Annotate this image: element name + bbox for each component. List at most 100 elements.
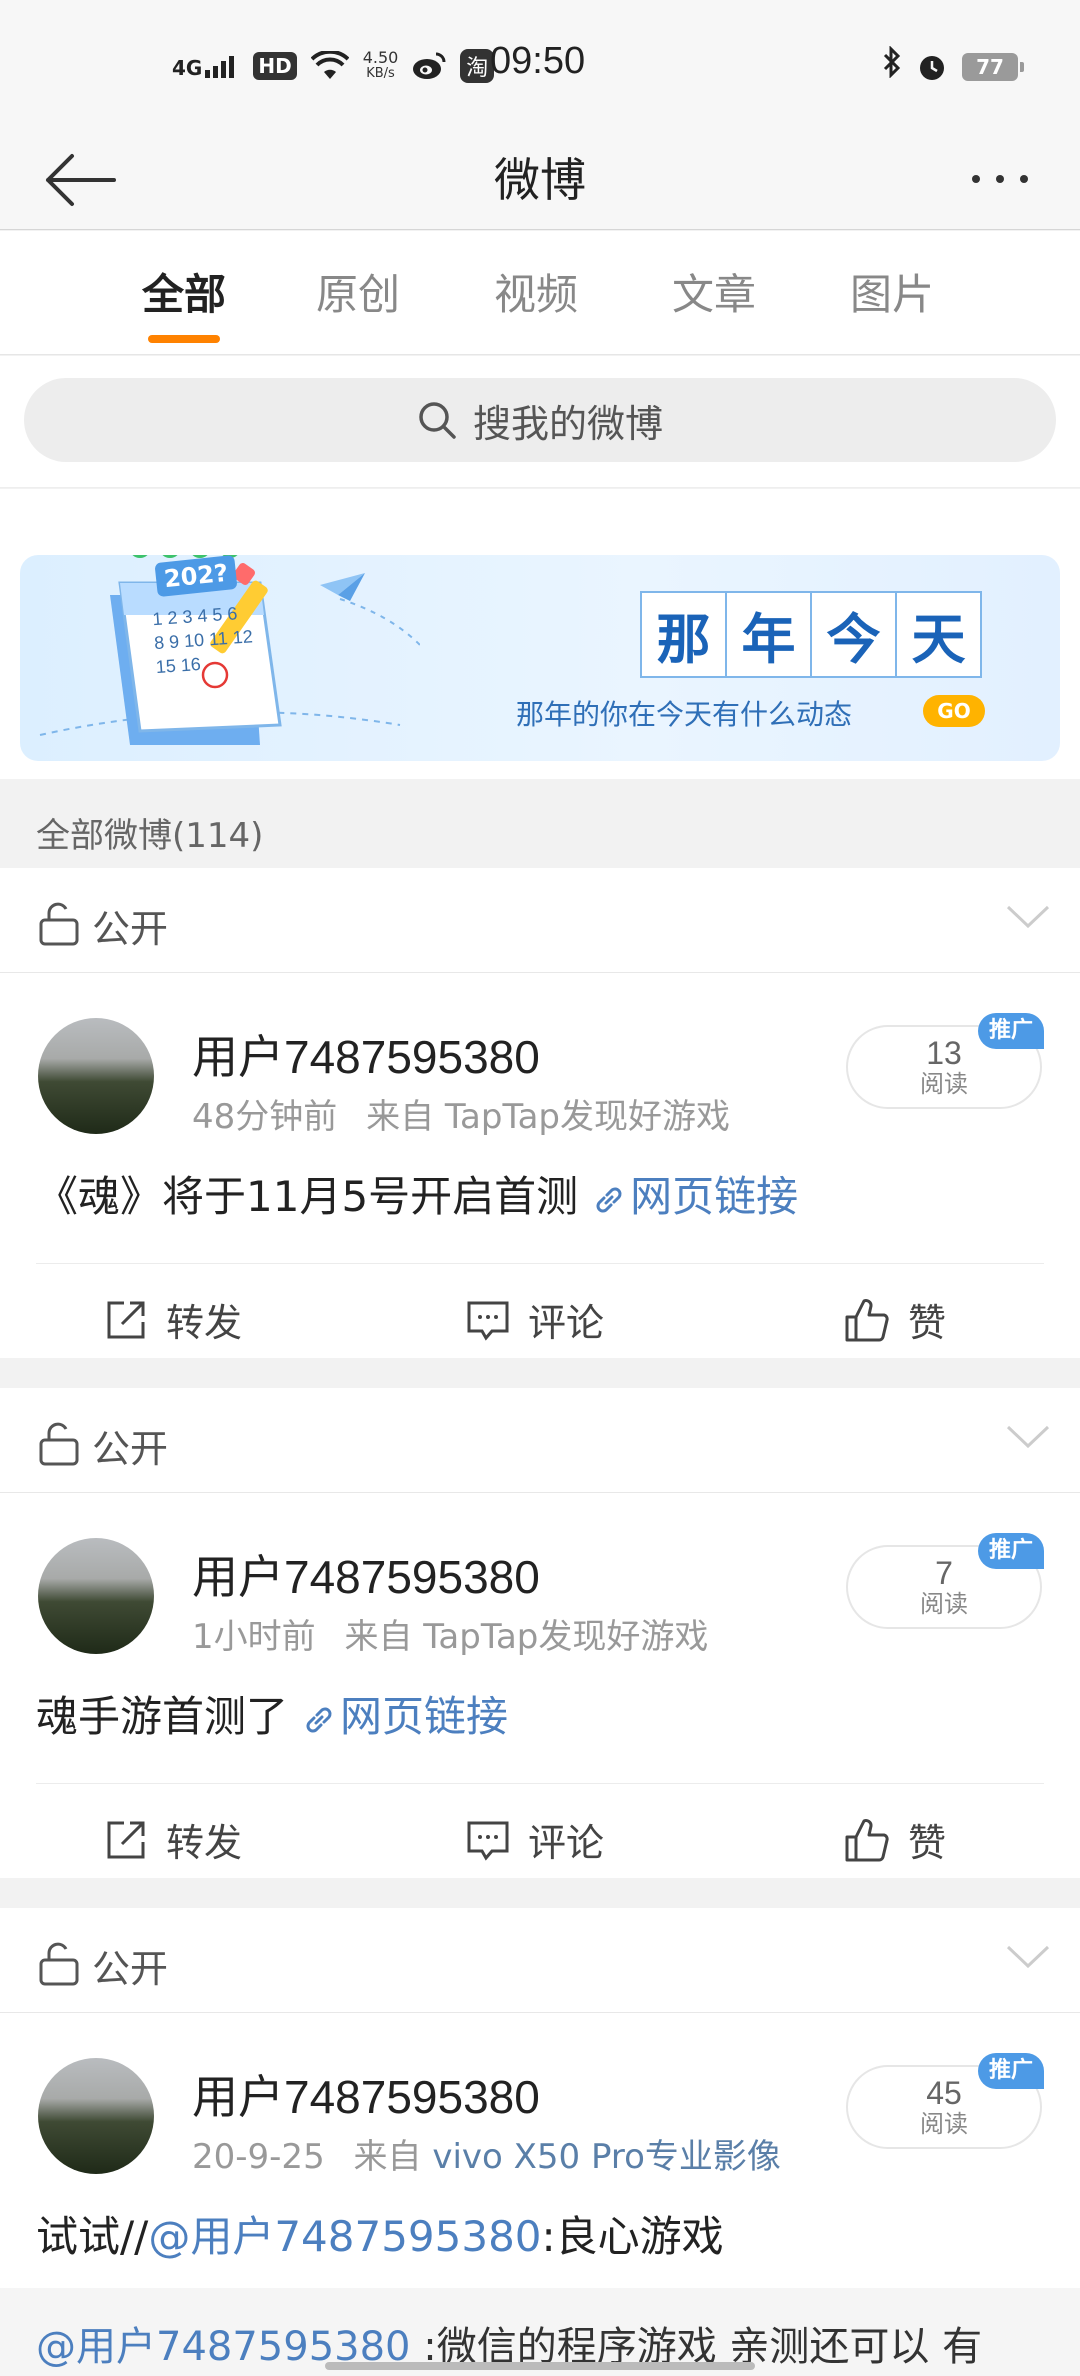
comment-button[interactable]: 评论 xyxy=(466,1292,604,1347)
wifi-icon xyxy=(310,51,349,79)
calendar-numbers: 1 2 3 4 5 68 9 10 11 12 15 16 xyxy=(151,603,254,678)
search-icon xyxy=(419,402,456,439)
repost-button[interactable]: 转发 xyxy=(104,1812,242,1867)
promote-tag[interactable]: 推广 xyxy=(978,1533,1044,1569)
visibility-row[interactable]: 公开 xyxy=(0,1388,1080,1493)
nav-header: 微博 xyxy=(0,130,1080,230)
hd-voice-icon: HD xyxy=(253,52,297,80)
avatar[interactable] xyxy=(38,2058,154,2174)
avatar[interactable] xyxy=(38,1018,154,1134)
post-text: 试试//@用户7487595380:良心游戏 xyxy=(36,2212,724,2261)
bluetooth-icon xyxy=(882,45,902,87)
tab-video[interactable]: 视频 xyxy=(476,261,596,322)
like-button[interactable]: 赞 xyxy=(844,1812,946,1867)
link-icon xyxy=(596,1187,622,1212)
post-card: 公开 用户7487595380 48分钟前 来自 TapTap发现好游戏 13 … xyxy=(0,868,1080,1358)
banner-title-char: 年 xyxy=(725,591,812,678)
alarm-icon xyxy=(920,55,944,80)
read-label: 阅读 xyxy=(920,1590,968,1618)
unlock-icon xyxy=(39,1422,79,1466)
username[interactable]: 用户7487595380 xyxy=(192,2061,540,2127)
post-count: 全部微博(114) xyxy=(36,816,264,856)
post-card: 公开 用户7487595380 1小时前 来自 TapTap发现好游戏 7 阅读… xyxy=(0,1388,1080,1878)
visibility-label: 公开 xyxy=(92,1947,169,1991)
more-dot-icon xyxy=(996,175,1004,183)
clock: 09:50 xyxy=(490,40,586,82)
source-prefix: 来自 xyxy=(366,1097,435,1137)
post-meta: 48分钟前 来自 TapTap发现好游戏 xyxy=(192,1089,730,1138)
avatar[interactable] xyxy=(38,1538,154,1654)
post-text: 《魂》将于11月5号开启首测 网页链接 xyxy=(36,1172,799,1221)
visibility-row[interactable]: 公开 xyxy=(0,868,1080,973)
thumbs-up-icon xyxy=(845,1298,889,1341)
post-count-bar: 全部微博(114) xyxy=(0,780,1080,868)
thumbs-up-icon xyxy=(845,1818,889,1861)
chevron-down-icon xyxy=(1006,1945,1050,1969)
banner-subtitle: 那年的你在今天有什么动态 xyxy=(516,698,853,731)
repost-icon xyxy=(107,1301,145,1338)
post-meta: 20-9-25 来自 vivo X50 Pro专业影像 xyxy=(192,2129,781,2178)
visibility-label: 公开 xyxy=(92,907,169,951)
search-placeholder: 搜我的微博 xyxy=(472,401,663,446)
read-label: 阅读 xyxy=(920,2110,968,2138)
username[interactable]: 用户7487595380 xyxy=(192,1021,540,1087)
tab-original[interactable]: 原创 xyxy=(298,261,418,322)
source-prefix: 来自 xyxy=(353,2137,422,2177)
post-time: 1小时前 xyxy=(192,1617,316,1657)
more-options-button[interactable] xyxy=(960,154,1040,204)
post-meta: 1小时前 来自 TapTap发现好游戏 xyxy=(192,1609,708,1658)
banner-section: 202? 1 2 3 4 5 68 9 10 11 12 15 16 那 年 今 … xyxy=(0,489,1080,779)
comment-icon xyxy=(467,1821,509,1861)
post-actions: 转发 评论 赞 xyxy=(36,1263,1044,1373)
post-body: 用户7487595380 48分钟前 来自 TapTap发现好游戏 13 阅读 … xyxy=(0,973,1080,1358)
post-actions: 转发 评论 赞 xyxy=(36,1783,1044,1893)
chevron-down-icon xyxy=(1006,905,1050,929)
source-prefix: 来自 xyxy=(344,1617,413,1657)
web-link[interactable]: 网页链接 xyxy=(340,1692,508,1741)
banner-title: 那 年 今 天 xyxy=(640,591,982,678)
post-text: 魂手游首测了 网页链接 xyxy=(36,1692,509,1741)
chevron-down-icon xyxy=(1006,1425,1050,1449)
post-body: 用户7487595380 1小时前 来自 TapTap发现好游戏 7 阅读 推广… xyxy=(0,1493,1080,1878)
status-right-icons: 77 xyxy=(882,45,1024,87)
tab-picture[interactable]: 图片 xyxy=(832,261,952,322)
filter-tabs: 全部 原创 视频 文章 图片 xyxy=(0,231,1080,355)
tab-article[interactable]: 文章 xyxy=(654,261,774,322)
status-left-icons: 4G HD 4.50 KB/s 淘 xyxy=(172,44,495,88)
post-source: TapTap发现好游戏 xyxy=(444,1097,731,1137)
post-source[interactable]: vivo X50 Pro专业影像 xyxy=(432,2137,781,2177)
divider xyxy=(0,1358,1080,1388)
read-label: 阅读 xyxy=(920,1070,968,1098)
more-dot-icon xyxy=(1020,175,1028,183)
banner-title-char: 今 xyxy=(810,591,897,678)
page-title: 微博 xyxy=(494,153,586,207)
promote-tag[interactable]: 推广 xyxy=(978,1013,1044,1049)
cellular-signal-icon: 4G xyxy=(172,54,239,78)
visibility-label: 公开 xyxy=(92,1427,169,1471)
banner-title-char: 那 xyxy=(640,591,727,678)
username[interactable]: 用户7487595380 xyxy=(192,1541,540,1607)
like-button[interactable]: 赞 xyxy=(844,1292,946,1347)
search-input[interactable]: 搜我的微博 xyxy=(24,378,1056,462)
post-time: 48分钟前 xyxy=(192,1097,338,1137)
post-source: TapTap发现好游戏 xyxy=(423,1617,709,1657)
banner-go-button[interactable]: GO xyxy=(923,695,985,727)
comment-button[interactable]: 评论 xyxy=(466,1812,604,1867)
link-icon xyxy=(306,1707,332,1732)
tab-all[interactable]: 全部 xyxy=(124,261,244,322)
memories-banner[interactable]: 202? 1 2 3 4 5 68 9 10 11 12 15 16 那 年 今 … xyxy=(20,555,1060,761)
search-section: 搜我的微博 xyxy=(0,356,1080,488)
post-time: 20-9-25 xyxy=(192,2137,325,2177)
visibility-row[interactable]: 公开 xyxy=(0,1908,1080,2013)
weibo-icon xyxy=(413,52,446,79)
comment-icon xyxy=(467,1301,509,1341)
home-indicator[interactable] xyxy=(325,2362,755,2370)
repost-button[interactable]: 转发 xyxy=(104,1292,242,1347)
banner-title-char: 天 xyxy=(895,591,982,678)
promote-tag[interactable]: 推广 xyxy=(978,2053,1044,2089)
web-link[interactable]: 网页链接 xyxy=(630,1172,798,1221)
divider xyxy=(0,1878,1080,1908)
mention-link[interactable]: @用户7487595380 xyxy=(148,2212,541,2261)
repost-icon xyxy=(107,1821,145,1858)
network-type: 4G xyxy=(172,56,203,80)
